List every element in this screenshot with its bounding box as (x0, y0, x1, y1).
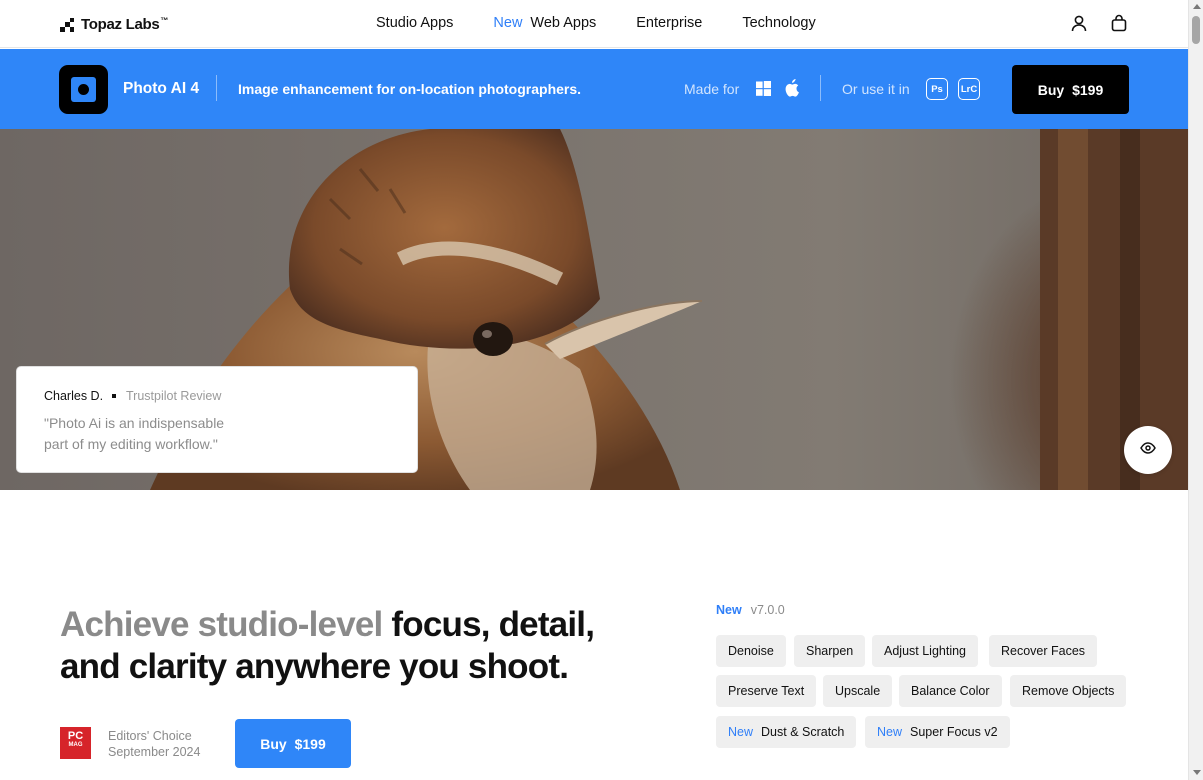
feature-chip-sharpen[interactable]: Sharpen (794, 635, 866, 667)
brand-name: Topaz Labs (81, 16, 160, 33)
divider (216, 75, 217, 101)
feature-chip-label: Super Focus v2 (910, 725, 998, 739)
lightroom-plugin-icon[interactable]: LrC (958, 78, 980, 100)
divider (820, 75, 821, 101)
nav-enterprise[interactable]: Enterprise (636, 15, 702, 31)
nav-technology[interactable]: Technology (742, 15, 815, 31)
award-text: Editors' Choice September 2024 (108, 728, 200, 760)
apple-icon (784, 79, 799, 102)
hero-image: Charles D. Trustpilot Review "Photo Ai i… (0, 129, 1188, 490)
new-badge: New (877, 725, 903, 739)
award-date: September 2024 (108, 745, 201, 759)
buy-button-main[interactable]: Buy $199 (235, 719, 351, 768)
top-navigation: Topaz Labs™ Studio Apps New Web Apps Ente… (0, 0, 1188, 48)
topaz-logo[interactable]: Topaz Labs™ (60, 16, 168, 33)
review-card: Charles D. Trustpilot Review "Photo Ai i… (16, 366, 418, 473)
new-badge: New (716, 603, 742, 617)
feature-chip-label: Dust & Scratch (761, 725, 845, 739)
pcmag-logo-top: PC (67, 730, 84, 742)
product-tagline: Image enhancement for on-location photog… (238, 81, 582, 97)
vertical-scrollbar[interactable] (1188, 0, 1203, 780)
account-icon[interactable] (1070, 14, 1088, 37)
scroll-thumb[interactable] (1192, 16, 1200, 44)
buy-button-header[interactable]: Buy $199 (1012, 65, 1129, 114)
feature-chip-balance-color[interactable]: Balance Color (899, 675, 1002, 707)
or-use-label: Or use it in (842, 81, 910, 97)
version-label: New v7.0.0 (716, 603, 785, 617)
feature-chip-upscale[interactable]: Upscale (823, 675, 893, 707)
feature-chip-denoise[interactable]: Denoise (716, 635, 786, 667)
new-badge: New (493, 15, 523, 31)
review-quote: "Photo Ai is an indispensable part of my… (44, 415, 225, 452)
headline-muted: Achieve studio-level (60, 605, 383, 644)
feature-chip-preserve-text[interactable]: Preserve Text (716, 675, 817, 707)
feature-chip-remove-objects[interactable]: Remove Objects (1010, 675, 1127, 707)
nav-web-apps-label: Web Apps (530, 15, 597, 31)
windows-icon (756, 81, 771, 101)
review-source[interactable]: Trustpilot Review (126, 389, 221, 403)
pcmag-logo: PC MAG (60, 727, 91, 759)
main-headline: Achieve studio-level focus, detail, and … (60, 604, 620, 688)
new-badge: New (728, 725, 754, 739)
compare-toggle-button[interactable] (1124, 426, 1172, 474)
review-author: Charles D. (44, 389, 104, 403)
feature-chip-adjust-lighting[interactable]: Adjust Lighting (872, 635, 979, 667)
nav-actions (1070, 14, 1128, 37)
separator-dot (112, 394, 116, 398)
scroll-up-arrow-icon[interactable] (1193, 4, 1201, 9)
feature-chip-recover-faces[interactable]: Recover Faces (989, 635, 1098, 667)
photo-ai-app-icon (59, 65, 108, 114)
award-title: Editors' Choice (108, 729, 192, 743)
feature-chip-dust-scratch[interactable]: New Dust & Scratch (716, 716, 857, 748)
feature-chip-super-focus[interactable]: New Super Focus v2 (865, 716, 1010, 748)
topaz-logo-icon (60, 17, 74, 32)
brand-trademark: ™ (160, 16, 169, 25)
nav-studio-apps[interactable]: Studio Apps (376, 15, 453, 31)
eye-icon (1140, 441, 1156, 459)
nav-web-apps[interactable]: New Web Apps (493, 15, 596, 31)
made-for-label: Made for (684, 81, 740, 97)
photoshop-plugin-icon[interactable]: Ps (926, 78, 948, 100)
scroll-down-arrow-icon[interactable] (1193, 770, 1201, 775)
cart-icon[interactable] (1110, 14, 1128, 37)
product-name: Photo AI 4 (123, 80, 200, 97)
pcmag-logo-bottom: MAG (68, 742, 83, 748)
product-bar: Photo AI 4 Image enhancement for on-loca… (0, 49, 1188, 129)
main-menu: Studio Apps New Web Apps Enterprise Techn… (376, 15, 816, 31)
version-number: v7.0.0 (750, 603, 785, 617)
